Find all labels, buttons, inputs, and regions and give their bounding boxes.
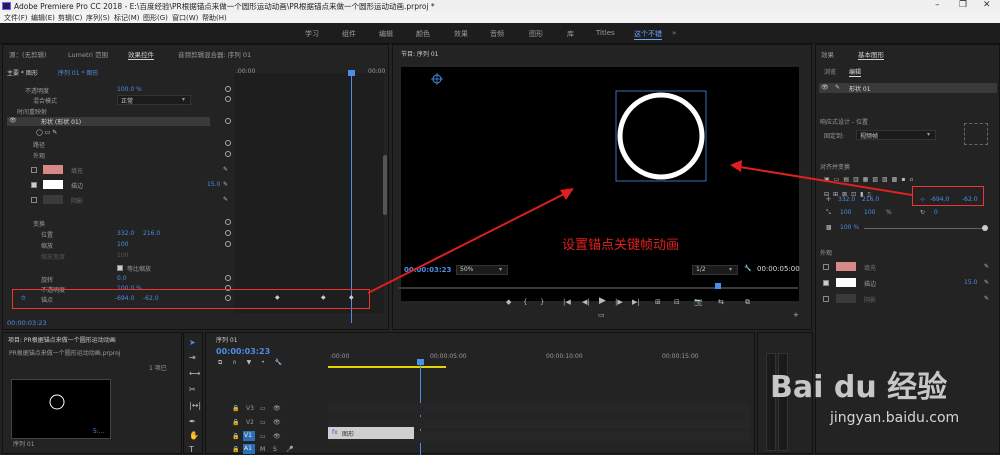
annotation-arrows: [367, 160, 913, 294]
